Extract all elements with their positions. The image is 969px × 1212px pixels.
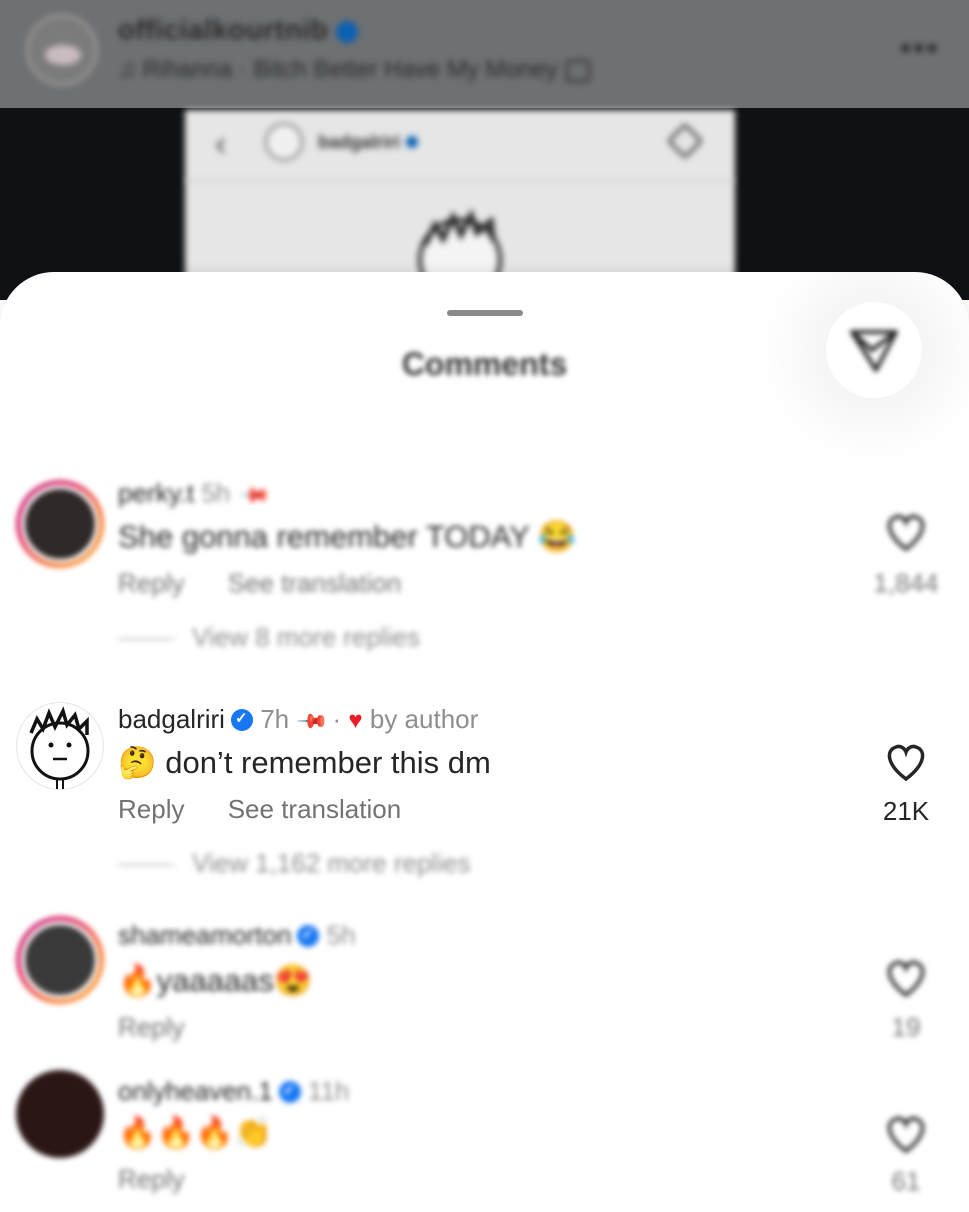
post-header: officialkourtnib ♫ Rihanna · Bitch Bette…: [0, 0, 969, 108]
verified-icon: [406, 136, 419, 148]
comment-header: shameamorton 5h: [118, 920, 356, 951]
comment-actions: Reply See translation: [118, 568, 437, 599]
commenter-username[interactable]: onlyheaven.1: [118, 1076, 273, 1106]
embedded-avatar: [265, 123, 303, 161]
see-translation-button[interactable]: See translation: [228, 794, 401, 824]
comment-actions: Reply: [118, 1012, 220, 1043]
commenter-avatar[interactable]: [16, 480, 104, 568]
like-count: 1,844: [873, 568, 939, 598]
view-replies-button[interactable]: View 8 more replies: [118, 622, 420, 653]
poster-avatar[interactable]: [26, 14, 98, 86]
verified-icon: [336, 20, 359, 43]
heart-icon[interactable]: [884, 742, 928, 782]
heart-icon[interactable]: [884, 958, 928, 998]
send-icon: [850, 330, 898, 372]
comment-item: perky.t 5h 📌 She gonna remember TODAY 😂 …: [0, 478, 969, 668]
comment-text: She gonna remember TODAY 😂: [118, 519, 577, 554]
like-count: 61: [891, 1166, 921, 1196]
comment-actions: Reply See translation: [118, 794, 437, 825]
comment-time: 7h: [260, 704, 290, 734]
liked-by-author-label: by author: [369, 704, 479, 734]
comment-text: 🤔 don’t remember this dm: [118, 745, 491, 780]
more-horizontal-icon[interactable]: •••: [900, 30, 940, 67]
verified-icon: [297, 925, 320, 947]
verified-icon: [278, 1081, 301, 1103]
author-heart-icon: ♥: [348, 707, 363, 734]
music-note-icon: ♫: [118, 56, 143, 83]
sheet-grabber[interactable]: [447, 310, 523, 316]
commenter-username[interactable]: perky.t: [118, 478, 194, 508]
comments-sheet: Comments perky.t 5h 📌 She gonna remember…: [0, 272, 969, 1212]
poster-username[interactable]: officialkourtnib: [118, 14, 359, 46]
sketch-avatar-icon: [29, 706, 90, 789]
comment-time: 5h: [326, 920, 356, 950]
comment-text: 🔥yaaaaas😍: [118, 963, 313, 998]
reply-button[interactable]: Reply: [118, 1164, 184, 1194]
like-count: 19: [891, 1012, 921, 1042]
comment-header: perky.t 5h 📌: [118, 478, 270, 512]
heart-icon[interactable]: [884, 512, 928, 552]
pin-icon: 📌: [237, 479, 271, 513]
share-button[interactable]: [826, 302, 922, 398]
comment-item: onlyheaven.1 11h 🔥🔥🔥👏 Reply 61: [0, 1070, 969, 1210]
sheet-title: Comments: [401, 346, 568, 382]
pin-icon: 📌: [295, 705, 330, 739]
audio-page-icon: [565, 59, 590, 82]
view-replies-button[interactable]: View 1,162 more replies: [118, 848, 470, 879]
commenter-avatar[interactable]: [16, 1070, 104, 1158]
comment-header: onlyheaven.1 11h: [118, 1076, 349, 1107]
see-translation-button[interactable]: See translation: [228, 568, 401, 598]
reply-button[interactable]: Reply: [118, 1012, 184, 1042]
back-chevron-icon: ‹: [215, 125, 227, 163]
commenter-username[interactable]: shameamorton: [118, 920, 291, 950]
commenter-avatar[interactable]: [16, 916, 104, 1004]
reply-button[interactable]: Reply: [118, 568, 184, 598]
reply-button[interactable]: Reply: [118, 794, 184, 824]
divider: [185, 180, 735, 182]
like-count: 21K: [882, 796, 930, 826]
comment-actions: Reply: [118, 1164, 220, 1195]
comment-item: badgalriri 7h 📌 · ♥ by author 🤔 don’t re…: [0, 702, 969, 892]
verified-icon: [230, 709, 253, 731]
comment-time: 11h: [307, 1076, 350, 1106]
commenter-avatar[interactable]: [16, 702, 104, 790]
comment-time: 5h: [201, 478, 231, 508]
audio-track[interactable]: ♫ Rihanna · Bitch Better Have My Money: [118, 56, 590, 84]
comment-item: shameamorton 5h 🔥yaaaaas😍 Reply 19: [0, 916, 969, 1046]
heart-icon[interactable]: [884, 1114, 928, 1154]
separator-dot: ·: [332, 704, 342, 734]
comment-text: 🔥🔥🔥👏: [118, 1115, 273, 1150]
commenter-username[interactable]: badgalriri: [118, 704, 225, 734]
post-background: ‹ badgalriri officialkourtnib ♫ Rihanna …: [0, 0, 969, 300]
comment-header: badgalriri 7h 📌 · ♥ by author: [118, 704, 479, 738]
embedded-username: badgalriri: [318, 132, 419, 153]
